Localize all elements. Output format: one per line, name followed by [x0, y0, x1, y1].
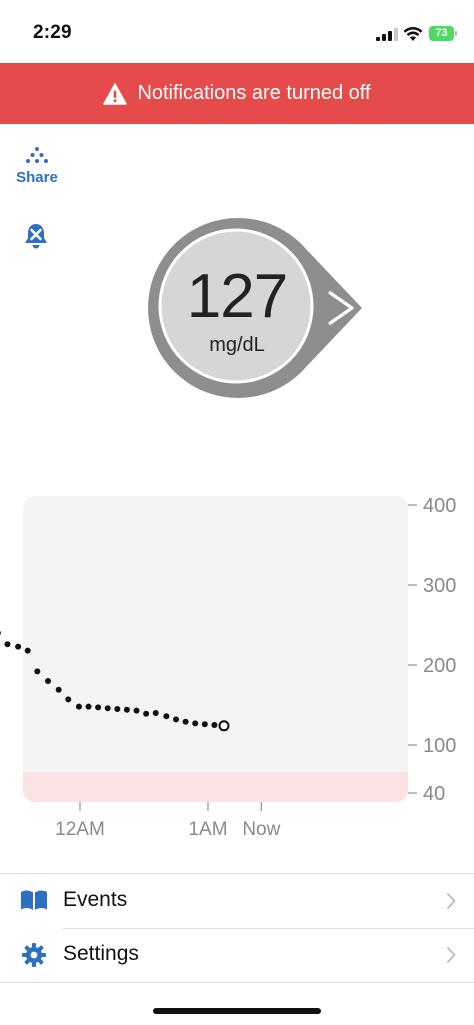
- glucose-point: [211, 722, 218, 728]
- share-label: Share: [16, 169, 58, 186]
- glucose-point: [45, 678, 52, 684]
- glucose-point: [85, 703, 92, 710]
- gear-icon: [22, 943, 46, 967]
- home-indicator[interactable]: [153, 1008, 321, 1014]
- glucose-point: [55, 686, 62, 693]
- battery-icon: 73: [429, 26, 454, 41]
- glucose-history-chart[interactable]: 400 300 200 100 40 12AM 1AM Now: [0, 480, 474, 850]
- glucose-point: [133, 707, 140, 714]
- share-button[interactable]: Share: [12, 144, 62, 188]
- glucose-point: [24, 647, 31, 654]
- share-dots-icon: [26, 147, 48, 163]
- muted-alert-bell-icon[interactable]: [20, 222, 52, 252]
- glucose-point: [123, 706, 130, 713]
- y-tick-label: 400: [423, 495, 456, 517]
- y-tick-label: 100: [423, 735, 456, 757]
- wifi-icon: [403, 26, 423, 41]
- glucose-point: [172, 716, 179, 723]
- status-time: 2:29: [33, 22, 72, 43]
- glucose-point: [114, 706, 121, 712]
- warning-icon: [103, 82, 128, 105]
- glucose-point: [0, 630, 1, 636]
- notifications-off-banner[interactable]: Notifications are turned off: [0, 63, 474, 124]
- glucose-point: [4, 641, 11, 648]
- glucose-point: [34, 668, 41, 675]
- events-label: Events: [63, 888, 128, 911]
- book-icon: [21, 890, 47, 910]
- low-range-band: [23, 772, 408, 802]
- banner-text: Notifications are turned off: [137, 82, 371, 104]
- battery-tip: [455, 31, 457, 36]
- glucose-unit: mg/dL: [209, 334, 265, 356]
- glucose-point: [201, 721, 208, 728]
- settings-row[interactable]: Settings: [0, 928, 474, 982]
- chevron-right-icon: [446, 946, 456, 964]
- chevron-right-icon: [446, 892, 456, 910]
- glucose-point: [192, 720, 199, 727]
- x-tick-label: 12AM: [55, 819, 105, 840]
- y-tick-label: 300: [423, 575, 456, 597]
- settings-label: Settings: [63, 942, 139, 965]
- glucose-point: [15, 643, 22, 650]
- cellular-signal-icon: [376, 28, 398, 41]
- glucose-point: [182, 718, 189, 725]
- glucose-point: [75, 703, 82, 710]
- divider-bottom: [0, 982, 474, 983]
- y-tick-label: 200: [423, 655, 456, 677]
- glucose-point: [104, 705, 111, 712]
- glucose-point: [163, 713, 170, 720]
- glucose-point: [95, 704, 102, 711]
- y-tick-label: 40: [423, 783, 445, 805]
- glucose-point: [152, 710, 159, 716]
- chart-plot-area: [23, 496, 408, 802]
- glucose-point: [65, 696, 72, 703]
- x-tick-label: Now: [242, 819, 280, 840]
- glucose-value: 127: [186, 262, 288, 331]
- events-row[interactable]: Events: [0, 874, 474, 928]
- x-tick-label: 1AM: [188, 819, 227, 840]
- glucose-point: [143, 710, 150, 717]
- current-reading-point: [218, 720, 230, 732]
